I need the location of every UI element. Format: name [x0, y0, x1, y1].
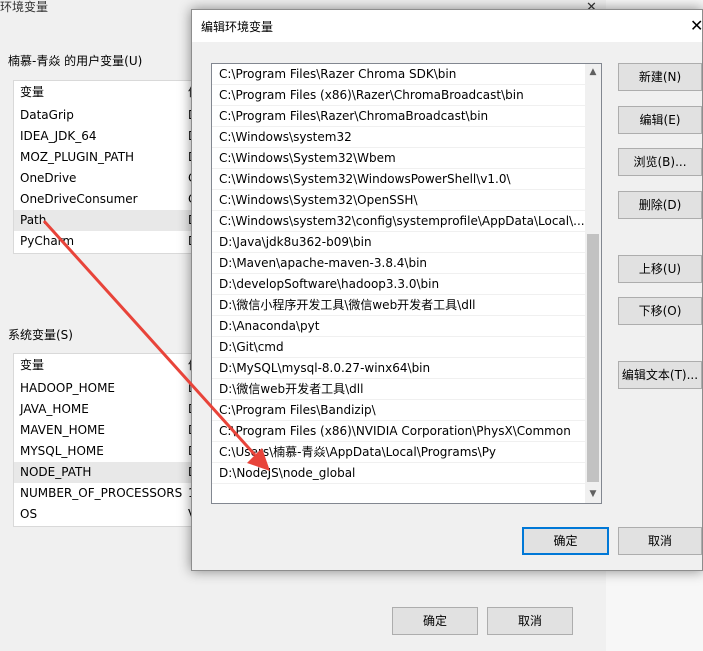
path-item[interactable]: C:\Users\楠慕-青焱\AppData\Local\Programs\Py	[212, 442, 585, 463]
bg-cancel-button[interactable]: 取消	[487, 607, 573, 635]
user-var-row[interactable]: MOZ_PLUGIN_PATHD	[14, 147, 194, 168]
var-name: DataGrip	[20, 108, 74, 122]
path-text: D:\MySQL\mysql-8.0.27-winx64\bin	[219, 361, 431, 375]
system-vars-header: 变量 值	[14, 354, 194, 376]
path-item[interactable]: C:\Program Files\Razer Chroma SDK\bin	[212, 64, 585, 85]
var-name: HADOOP_HOME	[20, 381, 116, 395]
path-text: C:\Program Files\Bandizip\	[219, 403, 376, 417]
path-text: C:\Windows\System32\OpenSSH\	[219, 193, 418, 207]
browse-button[interactable]: 浏览(B)...	[618, 148, 702, 176]
header-variable: 变量	[20, 358, 45, 372]
var-name: NODE_PATH	[20, 465, 92, 479]
path-item[interactable]: D:\MySQL\mysql-8.0.27-winx64\bin	[212, 358, 585, 379]
user-vars-list[interactable]: 变量 值 DataGripD IDEA_JDK_64D MOZ_PLUGIN_P…	[13, 80, 195, 254]
sys-var-row-selected[interactable]: NODE_PATHD	[14, 462, 194, 483]
path-text: D:\微信小程序开发工具\微信web开发者工具\dll	[219, 298, 476, 312]
edit-button[interactable]: 编辑(E)	[618, 106, 702, 134]
path-text: C:\Windows\System32\Wbem	[219, 151, 396, 165]
delete-button[interactable]: 删除(D)	[618, 191, 702, 219]
path-text: D:\微信web开发者工具\dll	[219, 382, 364, 396]
path-text: C:\Program Files\Razer Chroma SDK\bin	[219, 67, 457, 81]
edit-dialog-titlebar: 编辑环境变量 ✕	[192, 10, 703, 42]
path-text: C:\Windows\system32\config\systemprofile…	[219, 214, 585, 228]
var-name: MOZ_PLUGIN_PATH	[20, 150, 135, 164]
var-name: OneDrive	[20, 171, 77, 185]
path-item[interactable]: C:\Windows\system32\config\systemprofile…	[212, 211, 585, 232]
user-var-row[interactable]: IDEA_JDK_64D	[14, 126, 194, 147]
bg-dialog-title: 环境变量	[0, 0, 49, 14]
var-name: Path	[20, 213, 47, 227]
path-text: C:\Program Files (x86)\Razer\ChromaBroad…	[219, 88, 524, 102]
path-text: C:\Windows\system32	[219, 130, 352, 144]
edit-dialog-title: 编辑环境变量	[201, 20, 274, 34]
path-item[interactable]: C:\Windows\System32\Wbem	[212, 148, 585, 169]
vertical-scrollbar[interactable]: ▲ ▼	[585, 64, 601, 503]
var-name: JAVA_HOME	[20, 402, 89, 416]
path-text: C:\Users\楠慕-青焱\AppData\Local\Programs\Py	[219, 445, 497, 459]
sys-var-row[interactable]: JAVA_HOMED	[14, 399, 194, 420]
path-text: D:\NodeJS\node_global	[219, 466, 356, 480]
path-item[interactable]: C:\Program Files\Bandizip\	[212, 400, 585, 421]
sys-var-row[interactable]: MYSQL_HOMED	[14, 441, 194, 462]
var-name: PyCharm	[20, 234, 75, 248]
path-item[interactable]: D:\Anaconda\pyt	[212, 316, 585, 337]
system-vars-label: 系统变量(S)	[8, 328, 73, 342]
edit-environment-variable-dialog: 编辑环境变量 ✕ C:\Program Files\Razer Chroma S…	[191, 9, 703, 571]
move-up-button[interactable]: 上移(U)	[618, 255, 702, 283]
var-name: IDEA_JDK_64	[20, 129, 97, 143]
move-down-button[interactable]: 下移(O)	[618, 297, 702, 325]
scroll-thumb[interactable]	[587, 234, 599, 482]
path-item[interactable]: D:\微信小程序开发工具\微信web开发者工具\dll	[212, 295, 585, 316]
path-item[interactable]: C:\Windows\System32\WindowsPowerShell\v1…	[212, 169, 585, 190]
edit-text-button[interactable]: 编辑文本(T)...	[618, 361, 702, 389]
path-item[interactable]: C:\Windows\system32	[212, 127, 585, 148]
user-var-row[interactable]: DataGripD	[14, 105, 194, 126]
user-var-row[interactable]: OneDriveC	[14, 168, 194, 189]
user-vars-header: 变量 值	[14, 81, 194, 103]
path-text: C:\Program Files (x86)\NVIDIA Corporatio…	[219, 424, 571, 438]
scroll-up-icon[interactable]: ▲	[585, 64, 601, 81]
var-name: NUMBER_OF_PROCESSORS	[20, 486, 183, 500]
path-text: D:\Git\cmd	[219, 340, 284, 354]
path-text: D:\Maven\apache-maven-3.8.4\bin	[219, 256, 428, 270]
var-name: MAVEN_HOME	[20, 423, 105, 437]
user-var-row-selected[interactable]: PathD	[14, 210, 194, 231]
ok-button[interactable]: 确定	[522, 527, 609, 555]
cancel-button[interactable]: 取消	[618, 527, 702, 555]
system-vars-list[interactable]: 变量 值 HADOOP_HOMED JAVA_HOMED MAVEN_HOMED…	[13, 353, 195, 527]
path-item[interactable]: D:\Java\jdk8u362-b09\bin	[212, 232, 585, 253]
path-list[interactable]: C:\Program Files\Razer Chroma SDK\bin C:…	[211, 63, 602, 504]
user-var-row[interactable]: PyCharmD	[14, 231, 194, 252]
path-item[interactable]: C:\Program Files\Razer\ChromaBroadcast\b…	[212, 106, 585, 127]
header-variable: 变量	[20, 85, 45, 99]
path-item[interactable]: C:\Program Files (x86)\Razer\ChromaBroad…	[212, 85, 585, 106]
path-text: C:\Program Files\Razer\ChromaBroadcast\b…	[219, 109, 489, 123]
path-text: D:\Java\jdk8u362-b09\bin	[219, 235, 372, 249]
path-text: D:\developSoftware\hadoop3.3.0\bin	[219, 277, 440, 291]
path-item[interactable]: D:\Maven\apache-maven-3.8.4\bin	[212, 253, 585, 274]
sys-var-row[interactable]: OSV	[14, 504, 194, 525]
close-icon[interactable]: ✕	[690, 16, 703, 35]
path-text: C:\Windows\System32\WindowsPowerShell\v1…	[219, 172, 511, 186]
bg-ok-button[interactable]: 确定	[392, 607, 478, 635]
var-name: OneDriveConsumer	[20, 192, 138, 206]
sys-var-row[interactable]: MAVEN_HOMED	[14, 420, 194, 441]
path-item[interactable]: D:\微信web开发者工具\dll	[212, 379, 585, 400]
var-name: OS	[20, 507, 38, 521]
path-item[interactable]: C:\Program Files (x86)\NVIDIA Corporatio…	[212, 421, 585, 442]
user-vars-label: 楠慕-青焱 的用户变量(U)	[8, 54, 143, 68]
sys-var-row[interactable]: NUMBER_OF_PROCESSORS1	[14, 483, 194, 504]
scroll-down-icon[interactable]: ▼	[585, 486, 601, 503]
user-var-row[interactable]: OneDriveConsumerC	[14, 189, 194, 210]
path-item[interactable]: C:\Windows\System32\OpenSSH\	[212, 190, 585, 211]
path-text: D:\Anaconda\pyt	[219, 319, 320, 333]
var-name: MYSQL_HOME	[20, 444, 104, 458]
path-item[interactable]: D:\developSoftware\hadoop3.3.0\bin	[212, 274, 585, 295]
path-item[interactable]: D:\NodeJS\node_global	[212, 463, 585, 484]
new-button[interactable]: 新建(N)	[618, 63, 702, 91]
sys-var-row[interactable]: HADOOP_HOMED	[14, 378, 194, 399]
path-item[interactable]: D:\Git\cmd	[212, 337, 585, 358]
